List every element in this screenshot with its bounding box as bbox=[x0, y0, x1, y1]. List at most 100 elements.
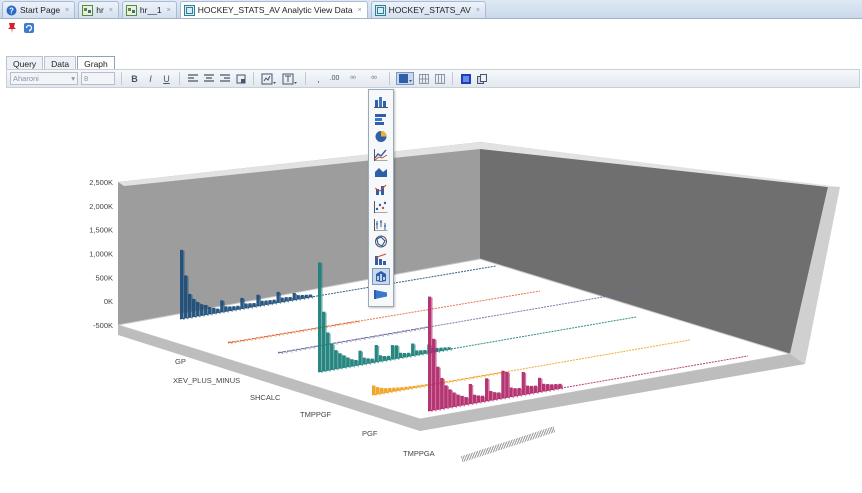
bar[interactable] bbox=[220, 300, 224, 313]
bar[interactable] bbox=[276, 291, 280, 303]
bar[interactable] bbox=[358, 350, 362, 365]
tab-query[interactable]: Query bbox=[6, 56, 44, 69]
bar[interactable] bbox=[248, 303, 252, 308]
bar[interactable] bbox=[299, 330, 303, 332]
bar[interactable] bbox=[404, 386, 408, 390]
close-icon[interactable]: × bbox=[476, 7, 480, 14]
bar[interactable] bbox=[376, 387, 380, 395]
bar[interactable] bbox=[424, 384, 428, 386]
bar[interactable] bbox=[292, 292, 296, 301]
bar[interactable] bbox=[295, 330, 299, 332]
bar[interactable] bbox=[332, 342, 337, 344]
bar[interactable] bbox=[390, 345, 395, 360]
align-center-icon[interactable] bbox=[202, 72, 215, 85]
bar[interactable] bbox=[472, 394, 477, 404]
bar[interactable] bbox=[432, 338, 436, 411]
bar[interactable] bbox=[485, 374, 489, 376]
close-icon[interactable]: × bbox=[167, 7, 171, 14]
bar[interactable] bbox=[460, 395, 464, 406]
bar[interactable] bbox=[263, 336, 267, 338]
bar[interactable] bbox=[428, 296, 432, 411]
bar[interactable] bbox=[406, 329, 410, 331]
bar[interactable] bbox=[419, 350, 423, 355]
bar[interactable] bbox=[382, 356, 386, 361]
percent-style-icon[interactable]: ⁰⁰ bbox=[365, 72, 383, 85]
bar[interactable] bbox=[260, 300, 264, 306]
underline-button[interactable]: U bbox=[160, 72, 173, 85]
close-icon[interactable]: × bbox=[65, 7, 69, 14]
bar[interactable] bbox=[322, 311, 326, 372]
graph-properties-icon[interactable] bbox=[260, 72, 278, 85]
funnel-chart-icon[interactable] bbox=[372, 286, 390, 303]
bar[interactable] bbox=[452, 392, 456, 407]
bar[interactable] bbox=[407, 352, 411, 357]
tab-4[interactable]: HOCKEY_STATS_AV × bbox=[370, 1, 486, 18]
bar[interactable] bbox=[303, 329, 307, 331]
bar[interactable] bbox=[416, 385, 420, 388]
tab-0[interactable]: ? Start Page × bbox=[2, 1, 76, 18]
bar[interactable] bbox=[247, 338, 252, 340]
bar[interactable] bbox=[291, 349, 296, 351]
bar[interactable] bbox=[398, 352, 403, 358]
bar[interactable] bbox=[554, 384, 558, 390]
bar[interactable] bbox=[275, 334, 279, 336]
tab-data[interactable]: Data bbox=[44, 56, 77, 69]
bar[interactable] bbox=[461, 378, 465, 380]
bar[interactable] bbox=[252, 303, 256, 307]
bar[interactable] bbox=[444, 385, 448, 409]
bar[interactable] bbox=[272, 299, 276, 304]
bar[interactable] bbox=[268, 300, 272, 305]
bar[interactable] bbox=[346, 357, 350, 368]
grid-icon[interactable] bbox=[417, 72, 430, 85]
bar[interactable] bbox=[338, 353, 342, 369]
bar[interactable] bbox=[402, 353, 407, 358]
bar[interactable] bbox=[287, 332, 291, 334]
bar[interactable] bbox=[423, 349, 427, 354]
bar[interactable] bbox=[480, 395, 485, 402]
bar[interactable] bbox=[310, 346, 314, 348]
bar[interactable] bbox=[350, 359, 354, 367]
bar[interactable] bbox=[355, 338, 360, 340]
bar[interactable] bbox=[447, 347, 451, 350]
font-family-select[interactable]: Aharoni ▾ bbox=[10, 72, 78, 85]
bar[interactable] bbox=[464, 397, 468, 405]
bar[interactable] bbox=[477, 375, 481, 377]
combo-chart-icon[interactable] bbox=[372, 181, 390, 198]
bar[interactable] bbox=[485, 378, 489, 402]
bar[interactable] bbox=[314, 345, 319, 347]
bar[interactable] bbox=[243, 339, 248, 341]
bar[interactable] bbox=[537, 377, 542, 393]
bar[interactable] bbox=[415, 328, 420, 330]
bar[interactable] bbox=[533, 385, 538, 393]
bar-chart-icon[interactable] bbox=[372, 93, 390, 110]
bar[interactable] bbox=[392, 387, 396, 392]
bar[interactable] bbox=[448, 380, 453, 382]
bar[interactable] bbox=[347, 322, 351, 324]
bar[interactable] bbox=[424, 326, 429, 328]
tab-3[interactable]: HOCKEY_STATS_AV Analytic View Data × bbox=[179, 1, 368, 18]
close-icon[interactable]: × bbox=[358, 7, 362, 14]
bar[interactable] bbox=[208, 307, 212, 315]
bar[interactable] bbox=[296, 295, 300, 300]
bar[interactable] bbox=[378, 334, 383, 336]
bar[interactable] bbox=[351, 321, 355, 323]
bar[interactable] bbox=[420, 384, 424, 387]
bar[interactable] bbox=[280, 297, 284, 303]
bar[interactable] bbox=[493, 392, 497, 400]
bold-button[interactable]: B bbox=[128, 72, 141, 85]
bar[interactable] bbox=[497, 372, 501, 374]
bar[interactable] bbox=[355, 320, 359, 322]
bar[interactable] bbox=[279, 333, 283, 335]
bar[interactable] bbox=[304, 294, 308, 299]
tab-2[interactable]: hr__1 × bbox=[121, 1, 177, 18]
bar[interactable] bbox=[259, 336, 263, 338]
bar[interactable] bbox=[497, 392, 501, 400]
3d-chart-icon[interactable] bbox=[372, 268, 390, 285]
bar[interactable] bbox=[465, 377, 469, 379]
bar[interactable] bbox=[372, 385, 376, 395]
bar[interactable] bbox=[251, 338, 256, 340]
bar[interactable] bbox=[473, 376, 477, 378]
bar[interactable] bbox=[369, 336, 374, 338]
bar[interactable] bbox=[509, 387, 513, 397]
bar[interactable] bbox=[469, 377, 473, 379]
